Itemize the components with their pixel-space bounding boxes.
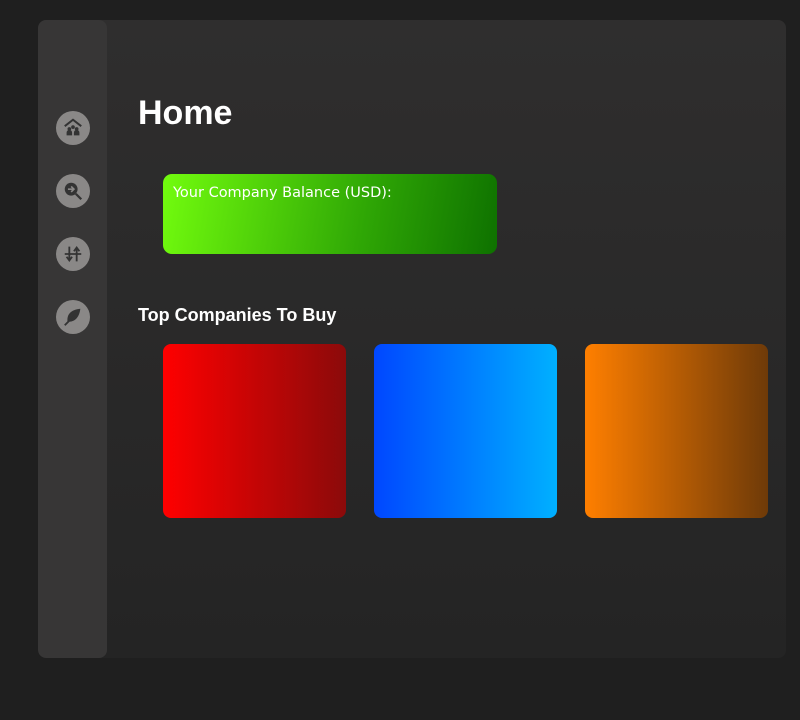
balance-card: Your Company Balance (USD): [163, 174, 497, 254]
nav-trade[interactable] [56, 237, 90, 271]
balance-label: Your Company Balance (USD): [173, 185, 392, 201]
leaf-icon [64, 308, 81, 326]
app-window: Home Your Company Balance (USD): Top Com… [38, 20, 786, 658]
search-arrow-icon [64, 182, 83, 201]
community-home-icon [64, 118, 82, 136]
company-card[interactable] [163, 344, 346, 518]
company-card[interactable] [374, 344, 557, 518]
swap-vertical-icon [64, 246, 82, 262]
nav-search[interactable] [56, 174, 90, 208]
nav-home[interactable] [56, 111, 90, 145]
company-card[interactable] [585, 344, 768, 518]
section-title: Top Companies To Buy [138, 305, 337, 325]
nav-leaf[interactable] [56, 300, 90, 334]
sidebar [38, 20, 107, 658]
page-title: Home [138, 94, 233, 132]
